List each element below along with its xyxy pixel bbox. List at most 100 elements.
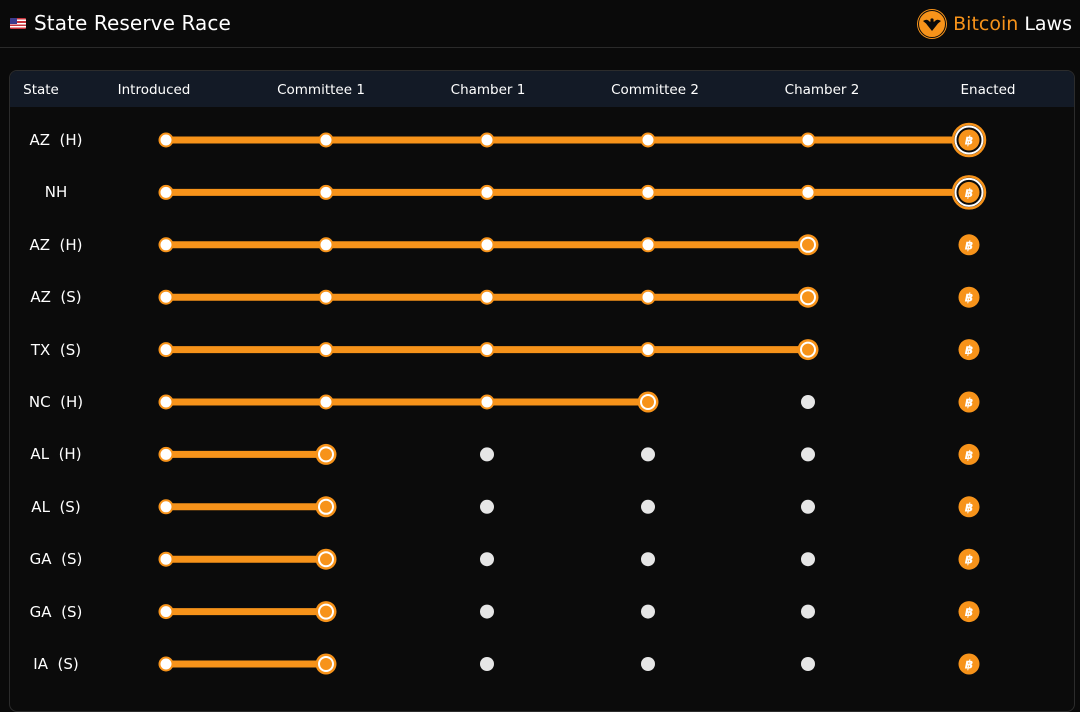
state-label: AZ (S)	[30, 288, 82, 307]
table-row[interactable]: ฿	[158, 443, 980, 465]
stage-pending-dot	[480, 447, 494, 462]
bitcoin-icon: ฿	[958, 339, 980, 361]
table-row[interactable]: ฿	[158, 286, 980, 308]
svg-text:฿: ฿	[965, 134, 973, 148]
state-label: AZ (H)	[29, 131, 83, 149]
table-row[interactable]: ฿	[158, 653, 980, 675]
svg-text:฿: ฿	[965, 448, 973, 462]
table-row[interactable]: ฿	[158, 122, 987, 158]
bitcoin-icon: ฿	[958, 601, 980, 623]
stage-complete-dot	[318, 237, 334, 253]
state-label: NC (H)	[28, 393, 84, 411]
stage-pending-dot	[480, 604, 494, 619]
stage-pending-dot	[801, 604, 815, 619]
stage-complete-dot	[640, 289, 656, 305]
stage-complete-dot	[158, 446, 174, 462]
stage-pending-dot	[801, 395, 815, 409]
stage-complete-dot	[800, 132, 816, 148]
stage-complete-dot	[318, 342, 334, 358]
stage-current-marker	[315, 443, 337, 465]
stage-pending-dot	[480, 552, 494, 567]
bitcoin-icon: ฿	[958, 443, 980, 465]
table-row[interactable]: ฿	[158, 339, 980, 361]
table-row[interactable]: ฿	[158, 175, 987, 210]
stage-complete-dot	[318, 289, 334, 305]
state-label: GA (S)	[29, 550, 83, 569]
stage-current-marker	[797, 286, 819, 308]
page-title: State Reserve Race	[34, 11, 231, 35]
enacted-current-marker: ฿	[951, 122, 987, 158]
stage-complete-dot	[158, 342, 174, 358]
stage-pending-dot	[801, 499, 815, 514]
stage-complete-dot	[158, 551, 174, 567]
stage-complete-dot	[158, 132, 174, 148]
bitcoin-icon: ฿	[958, 496, 980, 518]
top-bar: State Reserve Race Bitcoin Laws	[0, 0, 1080, 48]
brand-name-bitcoin: Bitcoin	[953, 13, 1019, 35]
stage-complete-dot	[318, 394, 334, 410]
stage-pending-dot	[480, 657, 494, 671]
table-row[interactable]: ฿	[158, 548, 980, 570]
state-label: AL (H)	[30, 445, 82, 464]
bitcoin-icon: ฿	[958, 234, 980, 256]
brand-link[interactable]: Bitcoin Laws	[917, 8, 1072, 40]
table-row[interactable]: ฿	[158, 496, 980, 518]
stage-complete-dot	[318, 184, 334, 200]
bitcoin-icon: ฿	[958, 548, 980, 570]
state-label: NH	[44, 183, 68, 202]
stage-pending-dot	[641, 447, 655, 462]
stage-pending-dot	[801, 552, 815, 567]
table-row[interactable]: ฿	[158, 391, 980, 413]
stage-complete-dot	[640, 342, 656, 358]
stage-complete-dot	[318, 132, 334, 148]
bitcoin-icon: ฿	[958, 653, 980, 675]
table-row[interactable]: ฿	[158, 601, 980, 623]
svg-text:฿: ฿	[965, 553, 973, 567]
stage-current-marker	[797, 234, 819, 256]
stage-current-marker	[315, 601, 337, 623]
stage-complete-dot	[479, 237, 495, 253]
stage-complete-dot	[479, 184, 495, 200]
state-label: AZ (H)	[29, 235, 83, 254]
stage-complete-dot	[158, 184, 174, 200]
stage-pending-dot	[480, 499, 494, 514]
svg-text:฿: ฿	[965, 238, 973, 252]
svg-text:฿: ฿	[965, 291, 973, 305]
state-label: GA (S)	[29, 602, 83, 621]
stage-complete-dot	[158, 604, 174, 620]
stage-complete-dot	[158, 289, 174, 305]
state-label: TX (S)	[30, 340, 82, 359]
eagle-seal-icon	[917, 9, 948, 39]
stage-current-marker	[315, 653, 337, 675]
svg-text:฿: ฿	[965, 343, 973, 357]
svg-text:฿: ฿	[965, 186, 973, 200]
stage-pending-dot	[801, 447, 815, 462]
brand-name-laws: Laws	[1024, 13, 1072, 35]
progress-grid: ฿฿฿฿฿฿฿฿฿฿฿	[158, 122, 987, 675]
stage-current-marker	[315, 548, 337, 570]
stage-pending-dot	[641, 552, 655, 567]
stage-complete-dot	[479, 289, 495, 305]
stage-complete-dot	[158, 394, 174, 410]
stage-pending-dot	[641, 499, 655, 514]
stage-pending-dot	[641, 657, 655, 671]
stage-current-marker	[315, 496, 337, 518]
svg-text:฿: ฿	[965, 658, 973, 672]
stage-complete-dot	[640, 237, 656, 253]
svg-text:฿: ฿	[965, 500, 973, 514]
stage-complete-dot	[479, 394, 495, 410]
stage-complete-dot	[800, 184, 816, 200]
stage-complete-dot	[479, 132, 495, 148]
stage-complete-dot	[158, 656, 174, 672]
bitcoin-icon: ฿	[958, 391, 980, 413]
enacted-current-marker: ฿	[951, 175, 987, 210]
stage-complete-dot	[158, 499, 174, 515]
table-row[interactable]: ฿	[158, 234, 980, 256]
bitcoin-icon: ฿	[958, 286, 980, 308]
state-label: AL (S)	[31, 497, 81, 516]
race-table: State Introduced Committee 1 Chamber 1 C…	[9, 70, 1075, 712]
brand-name: Bitcoin Laws	[953, 13, 1072, 35]
svg-text:฿: ฿	[965, 396, 973, 410]
svg-text:฿: ฿	[965, 605, 973, 619]
stage-complete-dot	[640, 132, 656, 148]
